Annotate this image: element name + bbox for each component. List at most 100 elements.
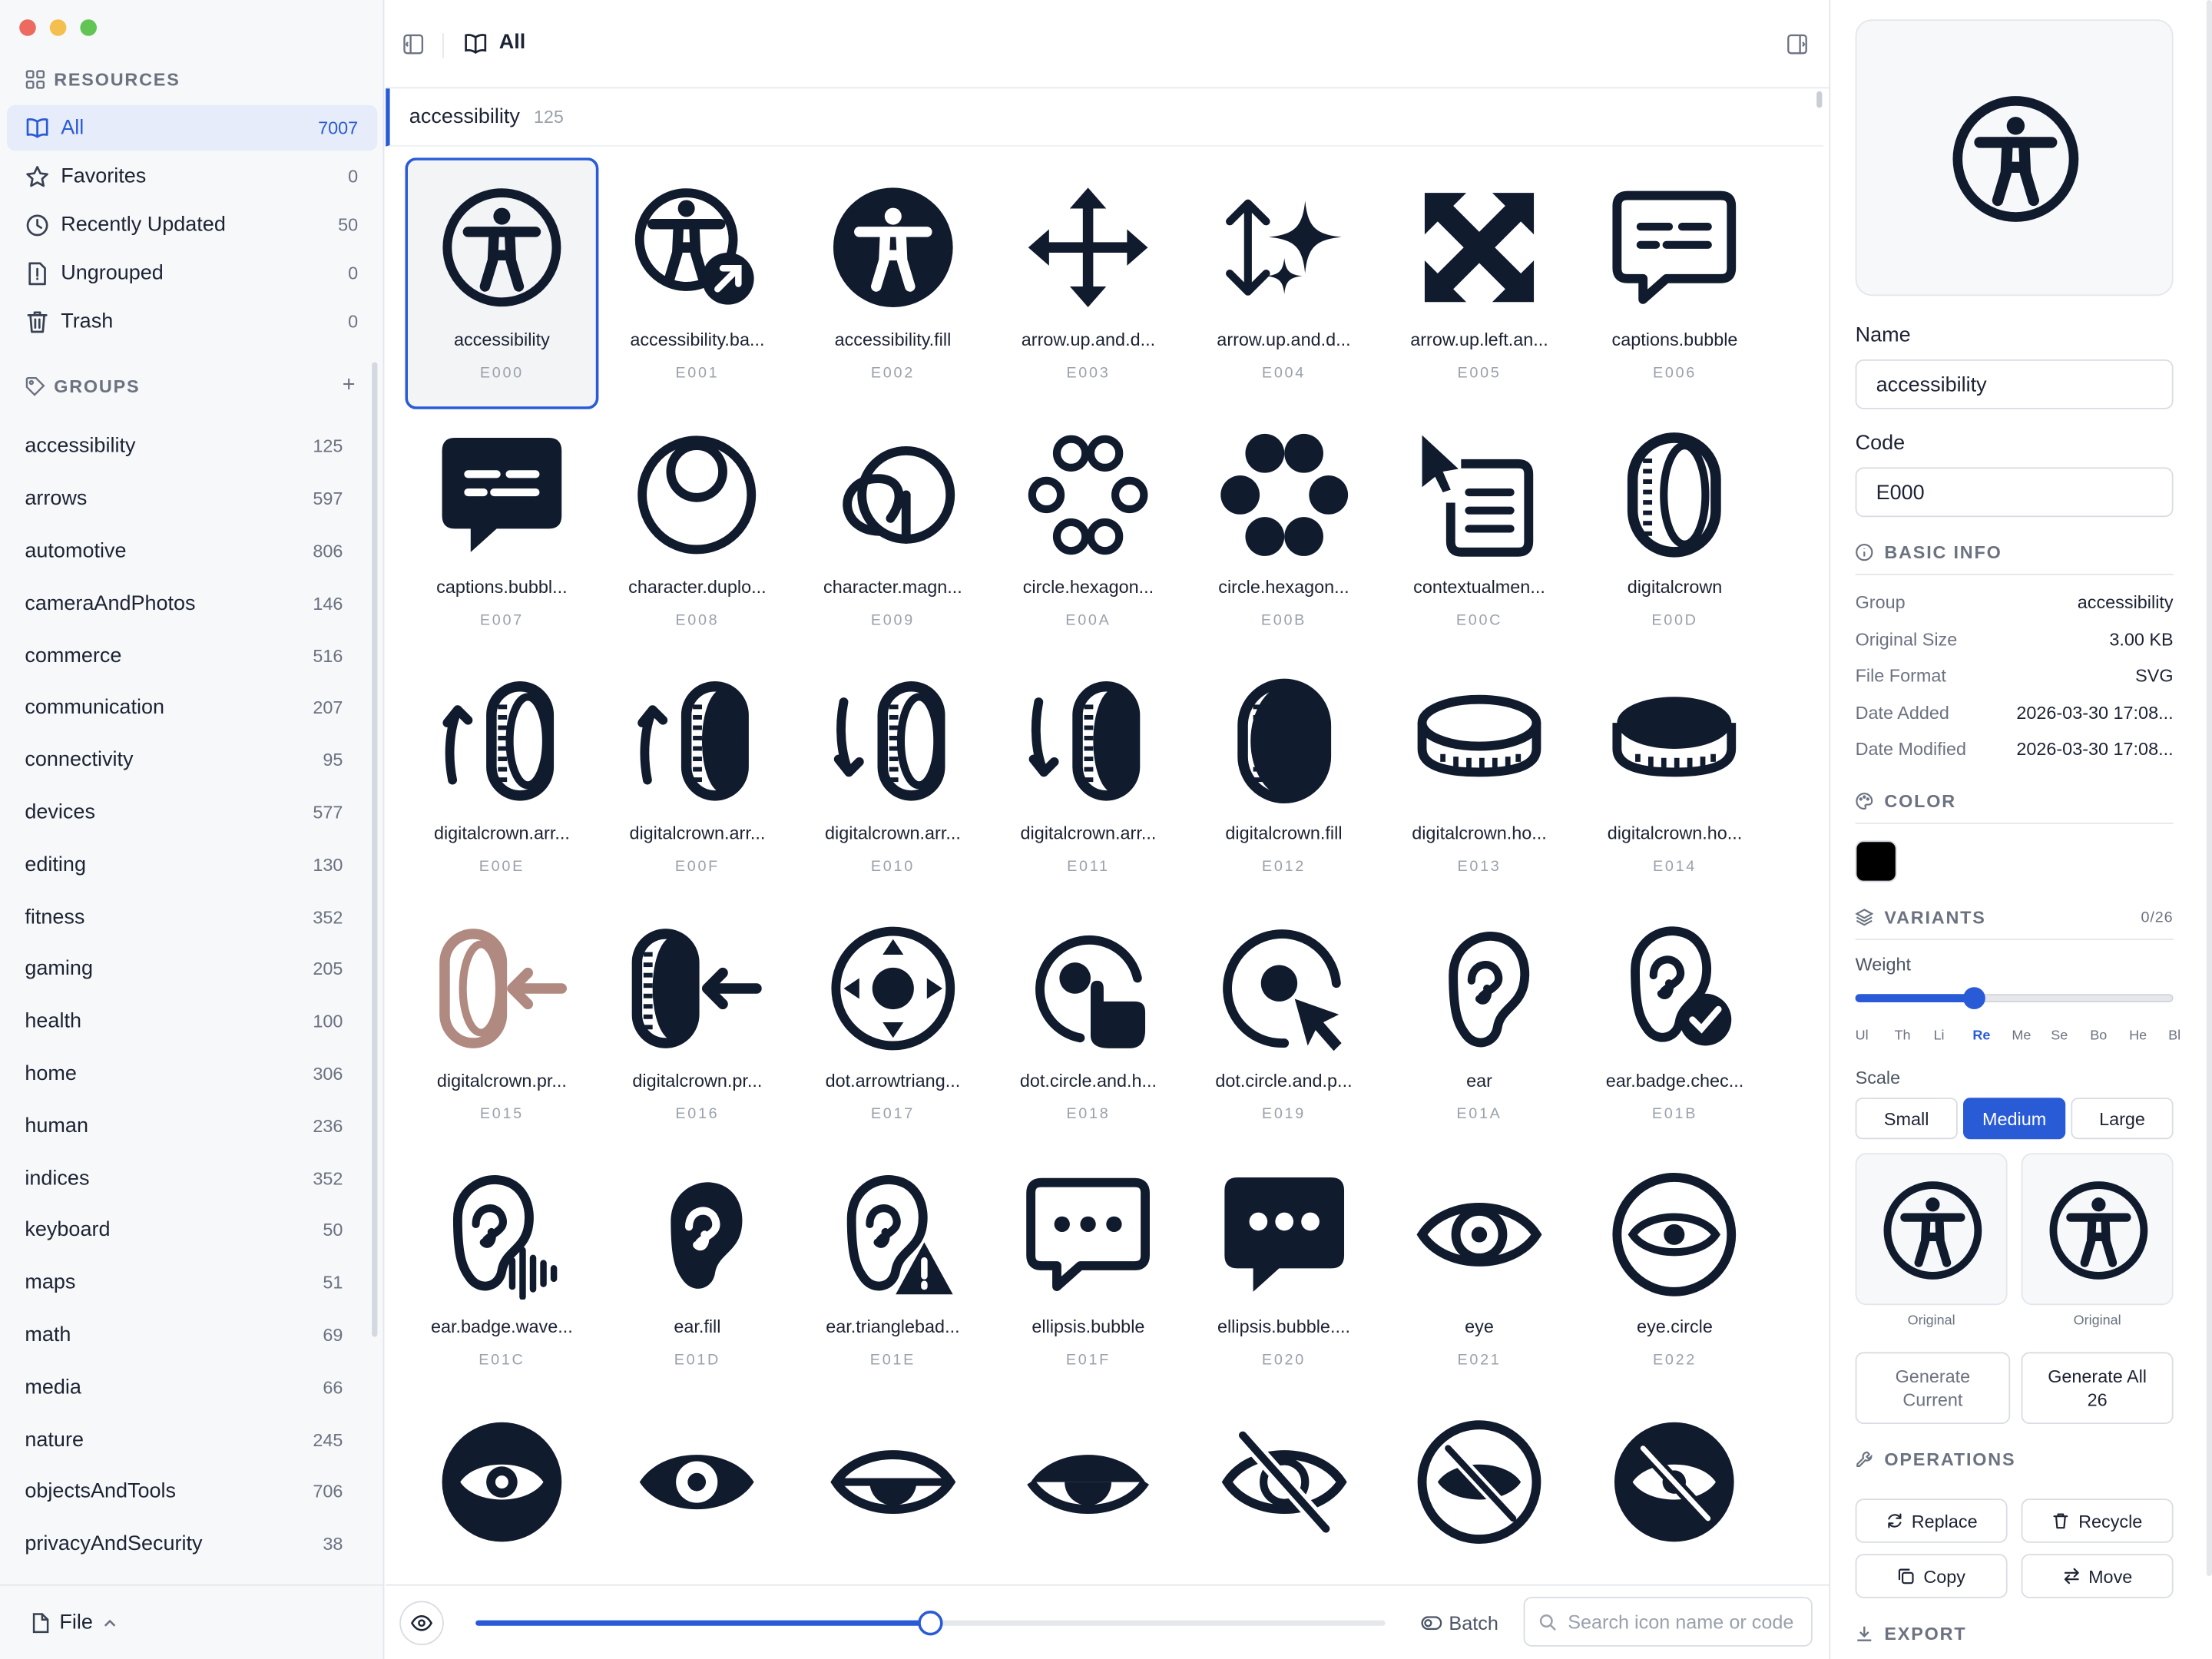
search-box[interactable]: Search icon name or code bbox=[1523, 1597, 1813, 1647]
resource-item-favorites[interactable]: Favorites 0 bbox=[7, 154, 377, 199]
icon-cell[interactable]: circle.hexagon... E00A bbox=[992, 405, 1185, 657]
group-item-objectsandtools[interactable]: objectsAndTools 706 bbox=[0, 1465, 373, 1518]
icon-cell[interactable]: ear.trianglebad... E01E bbox=[796, 1145, 989, 1397]
file-menu-button[interactable]: File bbox=[0, 1584, 385, 1659]
toggle-sidebar-icon[interactable] bbox=[402, 33, 425, 55]
icon-cell[interactable]: ear E01A bbox=[1382, 899, 1576, 1151]
groups-scrollbar[interactable] bbox=[372, 362, 378, 1337]
weight-tick-bo[interactable]: Bo bbox=[2090, 1028, 2107, 1044]
icon-cell[interactable]: captions.bubbl... E007 bbox=[405, 405, 598, 657]
inspector-scrollbar[interactable] bbox=[2206, 0, 2212, 1576]
group-item-health[interactable]: health 100 bbox=[0, 995, 373, 1048]
variant-preview-card[interactable] bbox=[1855, 1153, 2008, 1306]
scale-option-large[interactable]: Large bbox=[2071, 1098, 2174, 1140]
icon-cell[interactable] bbox=[1382, 1392, 1576, 1582]
replace-button[interactable]: Replace bbox=[1855, 1498, 2008, 1543]
icon-cell[interactable] bbox=[405, 1392, 598, 1582]
variant-preview-card[interactable] bbox=[2021, 1153, 2174, 1306]
group-item-devices[interactable]: devices 577 bbox=[0, 786, 373, 838]
weight-tick-se[interactable]: Se bbox=[2051, 1028, 2068, 1044]
icon-cell[interactable]: digitalcrown.ho... E014 bbox=[1578, 651, 1772, 903]
icon-cell[interactable] bbox=[1187, 1392, 1380, 1582]
icon-cell[interactable]: digitalcrown.pr... E016 bbox=[601, 899, 794, 1151]
icon-cell[interactable]: digitalcrown.arr... E010 bbox=[796, 651, 989, 903]
icon-cell[interactable]: digitalcrown.arr... E011 bbox=[992, 651, 1185, 903]
icon-cell[interactable]: dot.arrowtriang... E017 bbox=[796, 899, 989, 1151]
group-item-accessibility[interactable]: accessibility 125 bbox=[0, 420, 373, 472]
group-item-gaming[interactable]: gaming 205 bbox=[0, 943, 373, 995]
weight-tick-me[interactable]: Me bbox=[2012, 1028, 2031, 1044]
icon-cell[interactable]: arrow.up.left.an... E005 bbox=[1382, 157, 1576, 409]
icon-cell[interactable]: accessibility E000 bbox=[405, 157, 599, 409]
group-item-connectivity[interactable]: connectivity 95 bbox=[0, 733, 373, 786]
weight-tick-th[interactable]: Th bbox=[1895, 1028, 1911, 1044]
group-item-maps[interactable]: maps 51 bbox=[0, 1257, 373, 1309]
resource-item-recently-updated[interactable]: Recently Updated 50 bbox=[7, 202, 377, 247]
icon-cell[interactable] bbox=[992, 1392, 1185, 1582]
icon-cell[interactable]: character.magn... E009 bbox=[796, 405, 989, 657]
group-item-math[interactable]: math 69 bbox=[0, 1309, 373, 1361]
weight-tick-he[interactable]: He bbox=[2129, 1028, 2147, 1044]
move-button[interactable]: Move bbox=[2021, 1554, 2174, 1598]
group-item-media[interactable]: media 66 bbox=[0, 1361, 373, 1413]
icon-size-slider[interactable] bbox=[475, 1611, 1386, 1636]
generate-current-button[interactable]: Generate Current bbox=[1855, 1352, 2011, 1424]
group-item-human[interactable]: human 236 bbox=[0, 1100, 373, 1152]
group-item-automotive[interactable]: automotive 806 bbox=[0, 525, 373, 577]
group-item-arrows[interactable]: arrows 597 bbox=[0, 472, 373, 525]
toggle-inspector-icon[interactable] bbox=[1786, 33, 1809, 55]
close-window-button[interactable] bbox=[19, 19, 36, 36]
icon-cell[interactable]: ear.fill E01D bbox=[601, 1145, 794, 1397]
recycle-button[interactable]: Recycle bbox=[2021, 1498, 2174, 1543]
icon-cell[interactable]: ear.badge.wave... E01C bbox=[405, 1145, 598, 1397]
name-field[interactable]: accessibility bbox=[1855, 359, 2174, 409]
icon-cell[interactable]: contextualmen... E00C bbox=[1382, 405, 1576, 657]
icon-cell[interactable]: eye E021 bbox=[1382, 1145, 1576, 1397]
preview-toggle-button[interactable] bbox=[399, 1601, 444, 1645]
group-item-keyboard[interactable]: keyboard 50 bbox=[0, 1204, 373, 1257]
icon-cell[interactable]: arrow.up.and.d... E004 bbox=[1187, 157, 1380, 409]
icon-cell[interactable]: ellipsis.bubble E01F bbox=[992, 1145, 1185, 1397]
weight-slider[interactable] bbox=[1855, 987, 2174, 1009]
group-item-communication[interactable]: communication 207 bbox=[0, 681, 373, 733]
weight-tick-re[interactable]: Re bbox=[1972, 1028, 1990, 1044]
icon-cell[interactable]: arrow.up.and.d... E003 bbox=[992, 157, 1185, 409]
weight-tick-ul[interactable]: Ul bbox=[1856, 1028, 1869, 1044]
icon-cell[interactable]: accessibility.fill E002 bbox=[796, 157, 989, 409]
icon-cell[interactable]: digitalcrown.ho... E013 bbox=[1382, 651, 1576, 903]
icon-cell[interactable]: captions.bubble E006 bbox=[1578, 157, 1772, 409]
icon-cell[interactable]: dot.circle.and.h... E018 bbox=[992, 899, 1185, 1151]
group-item-privacyandsecurity[interactable]: privacyAndSecurity 38 bbox=[0, 1518, 373, 1568]
copy-button[interactable]: Copy bbox=[1855, 1554, 2008, 1598]
icon-cell[interactable]: dot.circle.and.p... E019 bbox=[1187, 899, 1380, 1151]
weight-knob[interactable] bbox=[1963, 987, 1986, 1009]
batch-button[interactable]: Batch bbox=[1421, 1608, 1498, 1638]
code-field[interactable]: E000 bbox=[1855, 467, 2174, 518]
weight-tick-li[interactable]: Li bbox=[1933, 1028, 1944, 1044]
icon-cell[interactable]: digitalcrown.arr... E00E bbox=[405, 651, 598, 903]
minimize-window-button[interactable] bbox=[49, 19, 67, 36]
icon-cell[interactable]: eye.circle E022 bbox=[1578, 1145, 1772, 1397]
group-item-home[interactable]: home 306 bbox=[0, 1048, 373, 1100]
weight-tick-bl[interactable]: Bl bbox=[2168, 1028, 2181, 1044]
icon-cell[interactable]: ellipsis.bubble.... E020 bbox=[1187, 1145, 1380, 1397]
color-swatch[interactable] bbox=[1855, 840, 1897, 882]
icon-cell[interactable] bbox=[796, 1392, 989, 1582]
resource-item-trash[interactable]: Trash 0 bbox=[7, 299, 377, 344]
group-item-fitness[interactable]: fitness 352 bbox=[0, 891, 373, 943]
group-item-editing[interactable]: editing 130 bbox=[0, 838, 373, 890]
search-input[interactable]: Search icon name or code bbox=[1568, 1611, 1793, 1633]
icon-grid-scrollbar[interactable] bbox=[1816, 91, 1823, 108]
group-item-indices[interactable]: indices 352 bbox=[0, 1152, 373, 1204]
icon-cell[interactable]: accessibility.ba... E001 bbox=[601, 157, 794, 409]
group-item-commerce[interactable]: commerce 516 bbox=[0, 629, 373, 681]
resource-item-ungrouped[interactable]: Ungrouped 0 bbox=[7, 250, 377, 296]
scale-option-small[interactable]: Small bbox=[1855, 1098, 1958, 1140]
resource-item-all[interactable]: All 7007 bbox=[7, 104, 378, 151]
zoom-window-button[interactable] bbox=[80, 19, 97, 36]
group-item-nature[interactable]: nature 245 bbox=[0, 1413, 373, 1465]
icon-cell[interactable]: character.duplo... E008 bbox=[601, 405, 794, 657]
group-item-cameraandphotos[interactable]: cameraAndPhotos 146 bbox=[0, 577, 373, 629]
icon-cell[interactable]: digitalcrown.fill E012 bbox=[1187, 651, 1380, 903]
scale-option-medium[interactable]: Medium bbox=[1963, 1098, 2066, 1140]
